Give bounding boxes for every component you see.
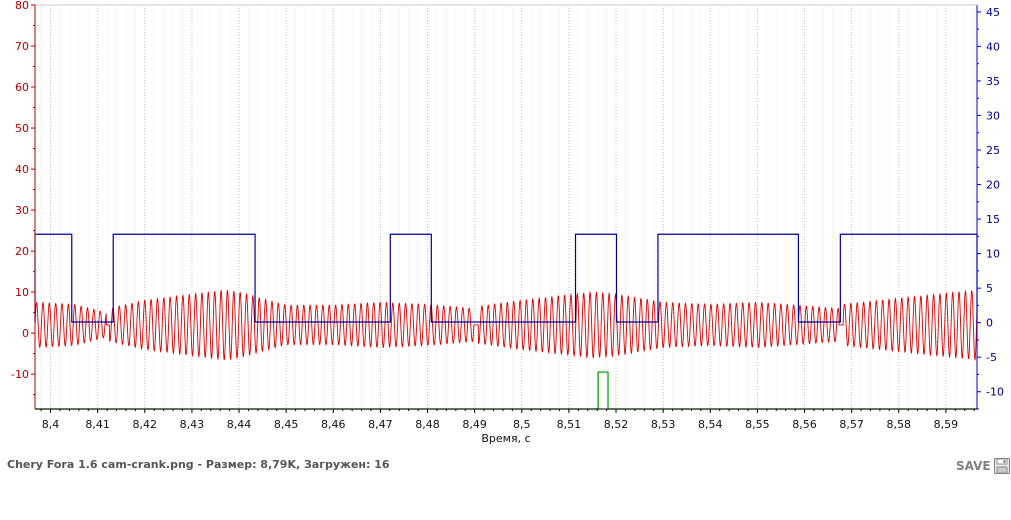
x-tick-label: 8,54 — [698, 418, 723, 431]
x-tick-label: 8,48 — [415, 418, 440, 431]
y-left-tick-label: 60 — [15, 81, 29, 94]
y-right-tick-label: 40 — [986, 40, 1000, 53]
y-right-tick-label: 5 — [986, 282, 993, 295]
save-button[interactable]: SAVE — [956, 458, 1010, 474]
x-tick-label: 8,52 — [604, 418, 629, 431]
x-tick-label: 8,45 — [274, 418, 299, 431]
x-axis-label: Время, с — [481, 432, 530, 445]
grid-lines — [40, 5, 975, 409]
y-left-tick-label: 0 — [22, 327, 29, 340]
y-left-tick-label: 20 — [15, 245, 29, 258]
series-line-1 — [34, 289, 978, 361]
y-right-tick-label: 15 — [986, 213, 1000, 226]
x-tick-label: 8,5 — [513, 418, 531, 431]
y-left-tick-label: -10 — [11, 368, 29, 381]
y-left-tick-label: 70 — [15, 40, 29, 53]
series-layer — [34, 233, 978, 410]
y-right-tick-label: 45 — [986, 6, 1000, 19]
series-line-3 — [35, 371, 977, 410]
chart: 80706050403020100-10454035302520151050-5… — [11, 0, 1004, 445]
axes: 80706050403020100-10454035302520151050-5… — [11, 0, 1004, 431]
y-right-tick-label: 10 — [986, 248, 1000, 261]
y-left-tick-label: 40 — [15, 163, 29, 176]
x-tick-label: 8,51 — [557, 418, 582, 431]
x-tick-label: 8,44 — [227, 418, 252, 431]
file-caption: Chery Fora 1.6 cam-crank.png - Размер: 8… — [7, 458, 390, 471]
y-right-tick-label: -5 — [986, 351, 997, 364]
y-right-tick-label: 25 — [986, 144, 1000, 157]
x-tick-label: 8,46 — [321, 418, 346, 431]
y-left-tick-label: 10 — [15, 286, 29, 299]
x-tick-label: 8,49 — [462, 418, 487, 431]
y-right-tick-label: -10 — [986, 386, 1004, 399]
save-label: SAVE — [956, 459, 991, 473]
y-right-tick-label: 20 — [986, 179, 1000, 192]
x-tick-label: 8,43 — [180, 418, 205, 431]
x-tick-label: 8,55 — [745, 418, 770, 431]
y-left-tick-label: 30 — [15, 204, 29, 217]
y-right-tick-label: 35 — [986, 75, 1000, 88]
floppy-disk-icon — [993, 458, 1010, 474]
x-tick-label: 8,42 — [133, 418, 158, 431]
x-tick-label: 8,57 — [839, 418, 864, 431]
x-tick-label: 8,59 — [934, 418, 959, 431]
series-line-2 — [34, 233, 978, 323]
y-right-tick-label: 0 — [986, 317, 993, 330]
x-tick-label: 8,41 — [85, 418, 110, 431]
y-right-tick-label: 30 — [986, 109, 1000, 122]
x-tick-label: 8,47 — [368, 418, 393, 431]
y-left-tick-label: 50 — [15, 122, 29, 135]
x-tick-label: 8,58 — [887, 418, 912, 431]
y-left-tick-label: 80 — [15, 0, 29, 12]
x-tick-label: 8,53 — [651, 418, 676, 431]
x-tick-label: 8,56 — [792, 418, 817, 431]
x-tick-label: 8,4 — [42, 418, 60, 431]
